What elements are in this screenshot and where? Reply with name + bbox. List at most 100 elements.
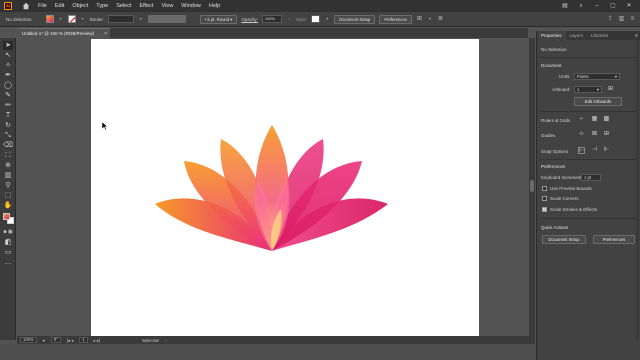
- hand-tool-icon[interactable]: ✋: [3, 201, 13, 210]
- chevron-right-icon[interactable]: ›: [165, 338, 166, 343]
- document-tab[interactable]: Untitled-1* @ 100 % (RGB/Preview) ×: [18, 28, 110, 38]
- menu-effect[interactable]: Effect: [140, 3, 154, 9]
- eyedropper-tool-icon[interactable]: ⚲: [3, 181, 13, 190]
- panel-menu-icon[interactable]: ≡: [635, 33, 638, 39]
- home-icon[interactable]: [22, 2, 30, 10]
- close-icon[interactable]: ✕: [626, 3, 632, 9]
- tab-properties[interactable]: Properties: [537, 31, 566, 40]
- menu-type[interactable]: Type: [96, 3, 108, 9]
- chevron-down-icon[interactable]: ▾: [58, 15, 64, 23]
- preferences-button[interactable]: Preferences: [379, 14, 412, 24]
- app-logo[interactable]: Ai: [4, 2, 12, 10]
- artboard-tool-icon[interactable]: ⬚: [3, 191, 13, 200]
- stroke-swatch[interactable]: [67, 15, 76, 23]
- graphic-style-swatch[interactable]: [311, 15, 321, 23]
- brush-select[interactable]: • 5 pt. Round ▾: [199, 14, 238, 24]
- divider: [540, 159, 637, 160]
- show-guides-icon[interactable]: ⊹: [578, 131, 585, 138]
- maximize-icon[interactable]: ▢: [610, 3, 616, 9]
- next-artboard-icon[interactable]: ▸ ▸|: [94, 338, 100, 343]
- close-tab-icon[interactable]: ×: [104, 31, 107, 37]
- more-tools-icon[interactable]: …: [3, 258, 13, 267]
- document-heading: Document: [541, 63, 562, 68]
- rotation-angle[interactable]: 0°: [50, 337, 61, 343]
- color-mode-icon[interactable]: ■ ▣ ⊘: [3, 228, 13, 244]
- variable-width-profile[interactable]: [147, 15, 186, 23]
- use-preview-bounds-checkbox[interactable]: [542, 186, 547, 191]
- paintbrush-tool-icon[interactable]: ✎: [3, 91, 13, 100]
- artboard-number[interactable]: 1: [79, 337, 88, 343]
- fill-color-box[interactable]: [3, 213, 10, 220]
- artboard-select[interactable]: 1 ▾: [574, 86, 602, 93]
- rotate-tool-icon[interactable]: ↻: [3, 121, 13, 130]
- artboard-value: 1: [577, 87, 580, 92]
- menu-select[interactable]: Select: [116, 3, 131, 9]
- pen-tool-icon[interactable]: ✒: [3, 71, 13, 80]
- scale-corners-checkbox[interactable]: [542, 196, 547, 201]
- first-artboard-icon[interactable]: |◂ ◂: [67, 338, 73, 343]
- artboard[interactable]: [91, 39, 479, 337]
- list-icon[interactable]: ≣: [437, 16, 444, 23]
- chevron-down-icon[interactable]: ▾: [138, 15, 144, 23]
- tab-libraries[interactable]: Libraries: [587, 31, 612, 40]
- keyboard-increment-input[interactable]: 1 pt: [581, 174, 601, 181]
- arrange-icon[interactable]: ⊞: [416, 16, 423, 23]
- share-icon[interactable]: ⇪: [607, 16, 614, 23]
- menu-edit[interactable]: Edit: [55, 3, 64, 9]
- snap-to-pixel-icon[interactable]: ⊩: [603, 147, 610, 154]
- grid-icon[interactable]: ▦: [591, 116, 598, 123]
- menu-window[interactable]: Window: [181, 3, 201, 9]
- stroke-weight-input[interactable]: [107, 15, 134, 23]
- scale-tool-icon[interactable]: ⤡: [3, 131, 13, 140]
- chevron-down-icon[interactable]: ▾: [43, 338, 45, 343]
- eraser-tool-icon[interactable]: ⌫: [3, 141, 13, 150]
- vertical-scrollbar-thumb[interactable]: [530, 180, 534, 192]
- artboard-label: Artboard:: [552, 87, 571, 92]
- edit-artboards-button[interactable]: Edit Artboards: [574, 97, 622, 106]
- ruler-icon[interactable]: ⌐: [578, 116, 585, 123]
- free-transform-tool-icon[interactable]: ⛶: [3, 151, 13, 160]
- lock-guides-icon[interactable]: ⊠: [591, 131, 598, 138]
- menu-file[interactable]: File: [38, 3, 47, 9]
- pencil-tool-icon[interactable]: ✏: [3, 101, 13, 110]
- artboard-options-icon[interactable]: ⊞: [607, 86, 614, 93]
- search-icon[interactable]: ⌕: [578, 3, 584, 9]
- screen-mode-icon[interactable]: ▭: [3, 248, 13, 257]
- units-select[interactable]: Points ▾: [574, 73, 620, 80]
- gradient-tool-icon[interactable]: ▥: [3, 171, 13, 180]
- chevron-right-icon[interactable]: ›: [286, 15, 292, 23]
- workspace-icon[interactable]: ▥: [618, 16, 625, 23]
- chevron-down-icon[interactable]: ▾: [324, 15, 330, 23]
- preferences-button[interactable]: Preferences: [593, 235, 635, 244]
- keyboard-increment-label: Keyboard Increment:: [541, 175, 583, 180]
- menu-help[interactable]: Help: [209, 3, 220, 9]
- minimize-icon[interactable]: –: [594, 3, 600, 9]
- scale-strokes-checkbox[interactable]: ✓: [542, 207, 547, 212]
- panel-options-icon[interactable]: ≡: [629, 16, 636, 23]
- selection-tool-icon[interactable]: ➤: [3, 41, 13, 50]
- magic-wand-tool-icon[interactable]: ✧: [3, 61, 13, 70]
- snap-to-point-icon[interactable]: ⊢: [578, 147, 585, 154]
- drawing-modes-icon[interactable]: ◧: [3, 238, 13, 247]
- transparency-grid-icon[interactable]: ▩: [603, 116, 610, 123]
- menu-object[interactable]: Object: [72, 3, 88, 9]
- snap-to-grid-icon[interactable]: ⊣: [591, 147, 598, 154]
- panel-scrollbar[interactable]: [636, 40, 639, 340]
- lotus-artwork[interactable]: [91, 39, 479, 337]
- shape-builder-tool-icon[interactable]: ⊕: [3, 161, 13, 170]
- arrange-documents-icon[interactable]: ▤: [562, 3, 568, 9]
- document-setup-button[interactable]: Document Setup: [334, 14, 376, 24]
- direct-selection-tool-icon[interactable]: ↖: [3, 51, 13, 60]
- tab-layers[interactable]: Layers: [566, 31, 588, 40]
- ellipse-tool-icon[interactable]: ◯: [3, 81, 13, 90]
- zoom-level[interactable]: 100%: [20, 337, 37, 343]
- fill-swatch[interactable]: [45, 15, 54, 23]
- smart-guides-icon[interactable]: ⊞: [603, 131, 610, 138]
- chevron-down-icon[interactable]: ▾: [427, 15, 433, 23]
- menu-view[interactable]: View: [161, 3, 173, 9]
- document-setup-button[interactable]: Document Setup: [542, 235, 586, 244]
- opacity-input[interactable]: 100%: [261, 15, 282, 23]
- type-tool-icon[interactable]: T: [3, 111, 13, 120]
- chevron-down-icon[interactable]: ▾: [80, 15, 86, 23]
- current-tool-status[interactable]: Selection: [142, 338, 159, 343]
